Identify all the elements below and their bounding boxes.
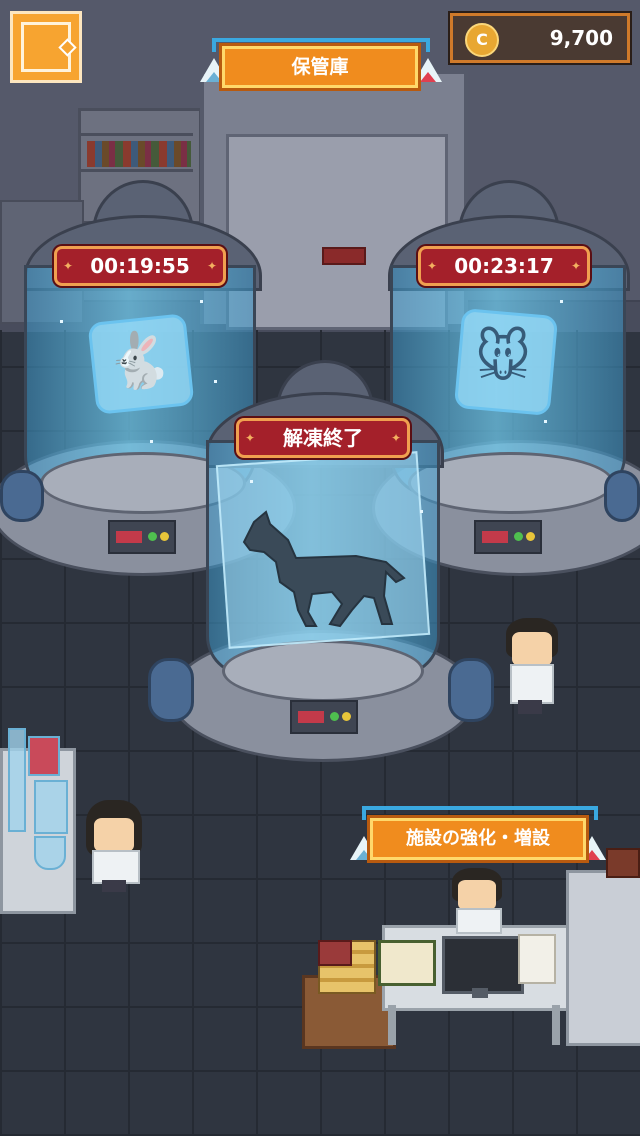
bubble — [60, 320, 63, 323]
flask-liquid — [584, 850, 600, 860]
coin-count: 9,700 — [549, 26, 613, 50]
door-indicator-light — [322, 247, 366, 265]
round-flask — [34, 836, 66, 870]
sparkle-icon: ✦ — [206, 259, 217, 273]
open-book — [378, 940, 436, 986]
tank-timer-left: ✦ 00:19:55 ✦ — [54, 246, 226, 286]
coin-icon: C — [465, 23, 499, 57]
bubble — [544, 420, 547, 423]
sparkle-icon: ✦ — [427, 259, 438, 273]
yellow-light-icon — [160, 532, 169, 541]
tank-pipe — [604, 470, 640, 522]
book-stack — [606, 848, 640, 878]
bubble — [420, 510, 423, 513]
timer-text: 00:23:17 — [454, 254, 554, 278]
bubble — [150, 440, 153, 443]
monitor-stand — [472, 988, 488, 998]
sparkle-icon: ✦ — [63, 259, 74, 273]
sign-wire — [594, 806, 598, 820]
npc-coat — [456, 908, 502, 934]
panel-display — [482, 531, 508, 543]
coin-counter: C 9,700 — [450, 13, 630, 63]
sign-wire — [212, 38, 430, 42]
red-flask — [28, 736, 60, 776]
bubble — [214, 380, 217, 383]
tank-timer-right: ✦ 00:23:17 ✦ — [418, 246, 590, 286]
yellow-light-icon — [526, 532, 535, 541]
npc-coat — [510, 664, 554, 704]
green-light-icon — [148, 532, 157, 541]
sign-wire — [362, 806, 366, 820]
tank-pipe-left — [148, 658, 194, 722]
tank-control-panel — [108, 520, 176, 554]
menu-diamond-icon — [58, 38, 77, 57]
panel-display — [298, 711, 324, 723]
sign-wire — [212, 38, 216, 52]
npc-coat — [92, 850, 140, 884]
bubble — [250, 480, 253, 483]
desk-leg — [388, 1005, 396, 1045]
tank-control-panel — [290, 700, 358, 734]
sparkle-icon: ✦ — [570, 259, 581, 273]
tank-control-panel — [474, 520, 542, 554]
npc-face — [458, 880, 496, 910]
beaker — [34, 780, 68, 834]
shelf-divider — [81, 169, 193, 172]
frozen-mouse-icon: 🐭 — [474, 326, 532, 389]
green-light-icon — [514, 532, 523, 541]
test-tube-rack — [8, 728, 26, 832]
sparkle-icon: ✦ — [245, 431, 256, 445]
desk-leg — [552, 1005, 560, 1045]
computer-monitor — [442, 936, 524, 994]
sign-wire — [362, 806, 598, 810]
menu-square-icon — [21, 22, 77, 72]
facility-upgrade-button[interactable]: 施設の強化・増設 — [370, 818, 586, 860]
sign-wire — [426, 38, 430, 52]
bubble — [560, 300, 563, 303]
npc-legs — [102, 880, 126, 892]
storage-button[interactable]: 保管庫 — [222, 46, 418, 88]
game-scene: 🐇 ✦ 00:19:55 ✦ 🐭 ✦ 00:23:17 ✦ ✦ 解凍終了 ✦ — [0, 0, 640, 1136]
tank-status-center: ✦ 解凍終了 ✦ — [236, 418, 410, 458]
npc-legs — [518, 700, 542, 714]
red-box — [318, 940, 352, 966]
storage-shelf — [566, 870, 640, 1046]
flask-liquid — [420, 72, 436, 82]
bubble — [200, 300, 203, 303]
tank-pipe-right — [448, 658, 494, 722]
bookshelf-books — [87, 141, 191, 167]
menu-button[interactable] — [10, 11, 82, 83]
panel-display — [116, 531, 142, 543]
flask-liquid — [206, 72, 222, 82]
thaw-complete-text: 解凍終了 — [283, 426, 363, 450]
tank-pipe — [0, 470, 44, 522]
npc-face — [512, 632, 552, 666]
shelf-divider — [81, 133, 193, 136]
npc-face — [94, 818, 134, 852]
frozen-rabbit-icon: 🐇 — [105, 329, 173, 392]
sparkle-icon: ✦ — [390, 431, 401, 445]
horse-icon — [242, 510, 406, 628]
paper-stack — [518, 934, 556, 984]
tank-platform — [222, 640, 424, 702]
green-light-icon — [330, 712, 339, 721]
yellow-light-icon — [342, 712, 351, 721]
timer-text: 00:19:55 — [90, 254, 190, 278]
